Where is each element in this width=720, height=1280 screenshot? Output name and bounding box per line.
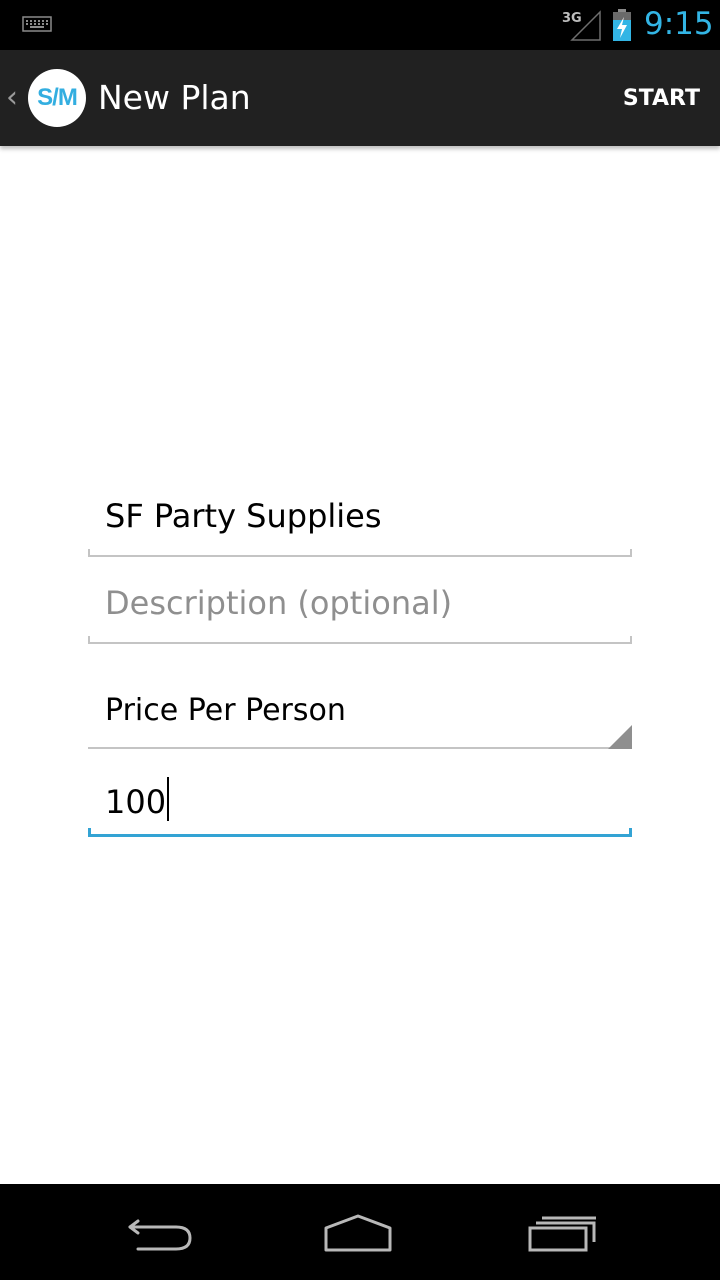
pricing-type-spinner[interactable]: Price Per Person — [88, 689, 632, 749]
amount-underline — [88, 828, 632, 837]
home-icon[interactable] — [322, 1204, 394, 1260]
navigation-bar — [0, 1184, 720, 1280]
amount-value: 100 — [105, 783, 167, 821]
screen: 3G 9:15 ‹ S/M New Plan START SF Party Su… — [0, 0, 720, 1280]
description-field[interactable]: Description (optional) — [88, 584, 632, 644]
dropdown-triangle-icon — [608, 725, 632, 749]
plan-name-underline — [88, 549, 632, 557]
action-bar: ‹ S/M New Plan START — [0, 50, 720, 146]
start-button[interactable]: START — [623, 86, 700, 111]
page-title: New Plan — [98, 78, 251, 117]
app-logo[interactable]: S/M — [28, 69, 86, 127]
recent-apps-icon[interactable] — [526, 1204, 598, 1260]
description-underline — [88, 636, 632, 644]
plan-name-value: SF Party Supplies — [105, 497, 382, 535]
app-logo-text: S/M — [37, 84, 78, 111]
battery-charging-icon — [613, 9, 631, 41]
signal-icon: 3G — [562, 10, 601, 41]
pricing-type-underline — [88, 747, 632, 749]
back-icon[interactable] — [124, 1204, 196, 1260]
status-bar: 3G 9:15 — [0, 0, 720, 50]
plan-name-field[interactable]: SF Party Supplies — [88, 497, 632, 557]
text-cursor — [167, 777, 170, 821]
keyboard-icon — [22, 16, 52, 32]
pricing-type-selected: Price Per Person — [105, 693, 346, 728]
amount-text-wrapper: 100 — [105, 777, 170, 821]
up-navigation-icon[interactable]: ‹ — [6, 80, 18, 115]
amount-field[interactable]: 100 — [88, 777, 632, 837]
status-clock: 9:15 — [644, 6, 714, 42]
network-type-label: 3G — [562, 11, 582, 26]
description-placeholder: Description (optional) — [105, 584, 453, 622]
